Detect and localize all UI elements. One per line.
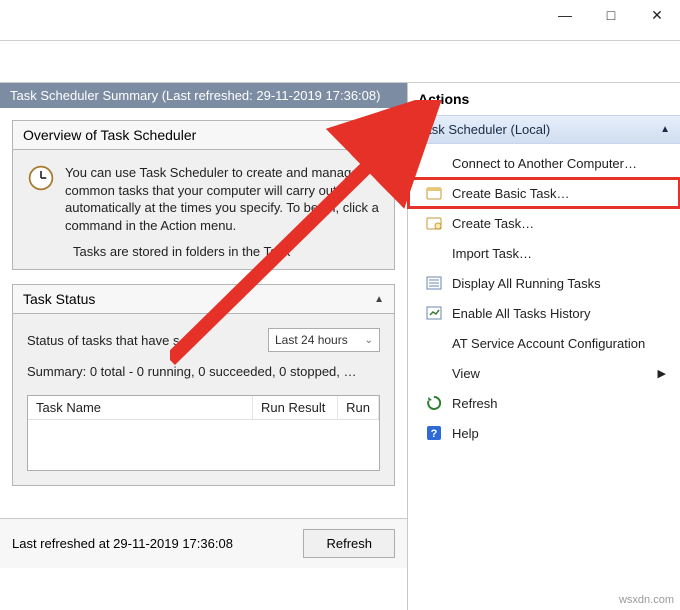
action-label: Enable All Tasks History xyxy=(452,306,591,321)
basic-icon xyxy=(426,185,442,201)
action-import-task[interactable]: Import Task… xyxy=(408,238,680,268)
window-titlebar: — □ ✕ xyxy=(0,0,680,40)
col-run[interactable]: Run xyxy=(338,396,379,419)
action-help[interactable]: ? Help xyxy=(408,418,680,448)
main-panel: Task Scheduler Summary (Last refreshed: … xyxy=(0,83,407,610)
refresh-icon xyxy=(426,395,442,411)
overview-header[interactable]: Overview of Task Scheduler ▲ xyxy=(13,121,394,150)
action-create-basic-task[interactable]: Create Basic Task… xyxy=(408,178,680,208)
overview-panel: Overview of Task Scheduler ▲ You can use… xyxy=(12,120,395,270)
action-connect-to-another-computer[interactable]: Connect to Another Computer… xyxy=(408,148,680,178)
col-run-result[interactable]: Run Result xyxy=(253,396,338,419)
refresh-button[interactable]: Refresh xyxy=(303,529,395,558)
actions-pane: Actions Task Scheduler (Local) ▲ Connect… xyxy=(407,83,680,610)
actions-scope-label: Task Scheduler (Local) xyxy=(418,122,550,137)
status-label: Status of tasks that have s… xyxy=(27,333,192,348)
maximize-button[interactable]: □ xyxy=(588,0,634,30)
summary-header: Task Scheduler Summary (Last refreshed: … xyxy=(0,83,407,108)
dropdown-value: Last 24 hours xyxy=(275,333,348,347)
status-summary-line: Summary: 0 total - 0 running, 0 succeede… xyxy=(27,364,380,379)
submenu-arrow-icon: ▶ xyxy=(658,367,666,380)
task-icon xyxy=(426,215,442,231)
col-task-name[interactable]: Task Name xyxy=(28,396,253,419)
actions-scope[interactable]: Task Scheduler (Local) ▲ xyxy=(408,115,680,144)
action-display-all-running-tasks[interactable]: Display All Running Tasks xyxy=(408,268,680,298)
action-label: Import Task… xyxy=(452,246,532,261)
overview-folders-note: Tasks are stored in folders in the Task xyxy=(13,244,394,269)
bottom-bar: Last refreshed at 29-11-2019 17:36:08 Re… xyxy=(0,518,407,568)
actions-header: Actions xyxy=(408,83,680,115)
svg-text:?: ? xyxy=(431,428,438,440)
action-create-task[interactable]: Create Task… xyxy=(408,208,680,238)
task-status-header[interactable]: Task Status ▲ xyxy=(13,285,394,314)
action-label: Create Basic Task… xyxy=(452,186,570,201)
action-label: Help xyxy=(452,426,479,441)
list-icon xyxy=(426,275,442,291)
chevron-down-icon: ⌄ xyxy=(365,335,373,346)
action-label: View xyxy=(452,366,480,381)
blank-icon xyxy=(426,365,442,381)
close-button[interactable]: ✕ xyxy=(634,0,680,30)
source-watermark: wsxdn.com xyxy=(619,594,674,606)
action-enable-all-tasks-history[interactable]: Enable All Tasks History xyxy=(408,298,680,328)
blank-icon xyxy=(426,245,442,261)
last-refreshed-label: Last refreshed at 29-11-2019 17:36:08 xyxy=(12,536,233,551)
clock-icon xyxy=(27,164,55,234)
action-refresh[interactable]: Refresh xyxy=(408,388,680,418)
collapse-icon: ▲ xyxy=(374,294,384,305)
action-label: Display All Running Tasks xyxy=(452,276,601,291)
action-label: Refresh xyxy=(452,396,498,411)
collapse-icon: ▲ xyxy=(374,130,384,141)
blank-icon xyxy=(426,155,442,171)
actions-list: Connect to Another Computer… Create Basic… xyxy=(408,144,680,452)
help-icon: ? xyxy=(426,425,442,441)
overview-text: You can use Task Scheduler to create and… xyxy=(65,164,380,234)
action-label: Create Task… xyxy=(452,216,534,231)
action-label: AT Service Account Configuration xyxy=(452,336,645,351)
action-label: Connect to Another Computer… xyxy=(452,156,637,171)
history-icon xyxy=(426,305,442,321)
collapse-icon: ▲ xyxy=(660,124,670,135)
action-at-service-account-configuration[interactable]: AT Service Account Configuration xyxy=(408,328,680,358)
status-period-dropdown[interactable]: Last 24 hours ⌄ xyxy=(268,328,380,352)
status-table[interactable]: Task Name Run Result Run xyxy=(27,395,380,471)
action-view[interactable]: View ▶ xyxy=(408,358,680,388)
task-status-panel: Task Status ▲ Status of tasks that have … xyxy=(12,284,395,486)
task-status-title: Task Status xyxy=(23,291,95,307)
blank-icon xyxy=(426,335,442,351)
overview-title: Overview of Task Scheduler xyxy=(23,127,196,143)
toolbar-area xyxy=(0,40,680,82)
minimize-button[interactable]: — xyxy=(542,0,588,30)
